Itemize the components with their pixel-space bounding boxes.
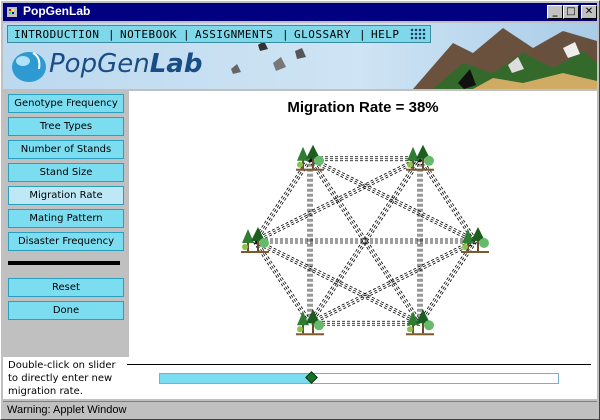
dna-logo-icon [12, 52, 46, 82]
top-menu-bar: INTRODUCTION | NOTEBOOK | ASSIGNMENTS | … [7, 25, 431, 43]
tree-stand-icon [241, 227, 269, 253]
migration-path [421, 241, 477, 325]
migration-path [256, 159, 312, 243]
menu-glossary[interactable]: GLOSSARY [294, 28, 351, 41]
maximize-button[interactable]: □ [563, 5, 579, 19]
migration-rate-slider[interactable] [159, 371, 559, 384]
app-icon [7, 7, 17, 17]
slider-divider-line [127, 364, 591, 365]
minimize-button[interactable]: _ [547, 5, 563, 19]
migration-path [254, 158, 311, 242]
logo-text-regular: PopGen [49, 49, 150, 79]
menu-help[interactable]: HELP [371, 28, 400, 41]
migration-path [253, 241, 309, 325]
number-of-stands-button[interactable]: Number of Stands [8, 140, 124, 159]
disaster-frequency-button[interactable]: Disaster Frequency [8, 232, 124, 251]
migration-rate-button[interactable]: Migration Rate [8, 186, 124, 205]
genotype-frequency-button[interactable]: Genotype Frequency [8, 94, 124, 113]
tree-stand-icon [406, 309, 434, 336]
menu-separator: | [359, 28, 366, 41]
stand-network-diagram [241, 144, 489, 336]
stand-size-button[interactable]: Stand Size [8, 163, 124, 182]
migration-path [254, 240, 311, 324]
menu-notebook[interactable]: NOTEBOOK [120, 28, 177, 41]
menu-grip-icon [410, 28, 426, 40]
simulation-panel: Migration Rate = 38% [129, 91, 597, 359]
window-title: PopGenLab [23, 4, 91, 18]
close-button[interactable]: ✕ [581, 5, 597, 19]
tree-stand-icon [406, 144, 434, 171]
menu-separator: | [282, 28, 289, 41]
sidebar-divider [8, 261, 120, 265]
slider-hint: Double-click on slider to directly enter… [8, 360, 116, 397]
mating-pattern-button[interactable]: Mating Pattern [8, 209, 124, 228]
tree-stand-icon [461, 227, 489, 253]
menu-separator: | [108, 28, 115, 41]
reset-button[interactable]: Reset [8, 278, 124, 297]
applet-window: PopGenLab _ □ ✕ INTRODUCTION | NOTEBOOK … [0, 0, 600, 420]
logo-wordmark: PopGenLab [49, 49, 202, 79]
header-banner: INTRODUCTION | NOTEBOOK | ASSIGNMENTS | … [3, 23, 597, 89]
menu-introduction[interactable]: INTRODUCTION [14, 28, 99, 41]
slider-area: Double-click on slider to directly enter… [3, 357, 597, 399]
migration-path [419, 240, 476, 324]
tree-stand-icon [296, 309, 324, 336]
migration-path [419, 158, 476, 242]
menu-separator: | [183, 28, 190, 41]
tree-types-button[interactable]: Tree Types [8, 117, 124, 136]
logo-text-bold: Lab [149, 49, 203, 79]
status-bar: Warning: Applet Window [3, 401, 597, 418]
done-button[interactable]: Done [8, 301, 124, 320]
slider-fill [160, 374, 312, 383]
migration-path [310, 242, 477, 326]
tree-stand-icon [296, 144, 324, 171]
title-bar[interactable]: PopGenLab _ □ ✕ [3, 3, 597, 21]
menu-assignments[interactable]: ASSIGNMENTS [195, 28, 273, 41]
migration-path [418, 159, 474, 243]
